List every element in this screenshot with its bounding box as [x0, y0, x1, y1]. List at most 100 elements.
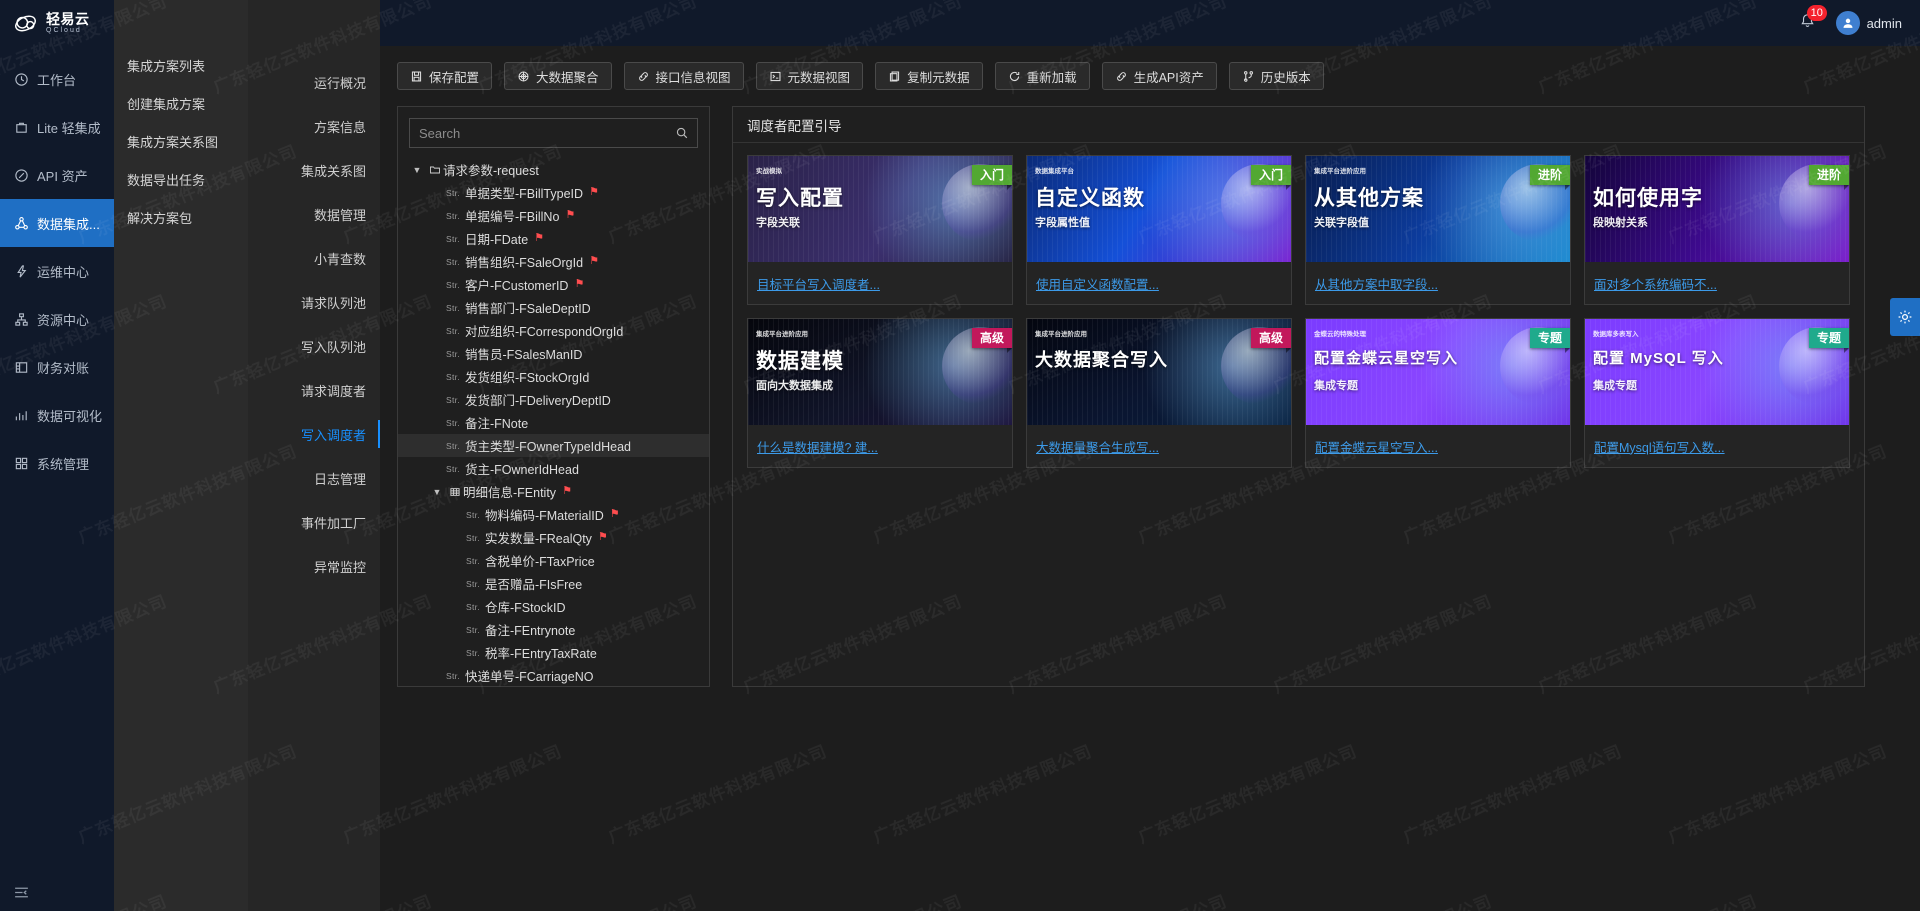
guide-card-caption[interactable]: 从其他方案中取字段...	[1306, 262, 1570, 304]
chevron-down-icon[interactable]: ▼	[408, 165, 426, 175]
menu-item-solution-list[interactable]: 集成方案列表	[114, 46, 248, 84]
tab-xiaoqing-query[interactable]: 小青查数	[248, 236, 380, 280]
tree-node[interactable]: Str.物料编码-FMaterialID⚑	[398, 503, 709, 526]
guide-card[interactable]: 如何使用字段映射关系进阶面对多个系统编码不...	[1584, 155, 1850, 305]
guide-card[interactable]: 集成平台进阶应用数据建模面向大数据集成高级什么是数据建模? 建...	[747, 318, 1013, 468]
guide-card-caption[interactable]: 什么是数据建模? 建...	[748, 425, 1012, 467]
guide-card[interactable]: 金蝶云的特殊处理配置金蝶云星空写入集成专题专题配置金蝶云星空写入...	[1305, 318, 1571, 468]
sidebar-item-system[interactable]: 系统管理	[0, 439, 114, 487]
guide-card-caption[interactable]: 使用自定义函数配置...	[1027, 262, 1291, 304]
interface-info-view-button[interactable]: 接口信息视图	[624, 62, 744, 90]
guide-card[interactable]: 实战模拟写入配置字段关联入门目标平台写入调度者...	[747, 155, 1013, 305]
type-tag: Str.	[446, 303, 460, 313]
chevron-down-icon[interactable]: ▼	[428, 487, 446, 497]
tab-solution-info[interactable]: 方案信息	[248, 104, 380, 148]
sidebar-label: 资源中心	[37, 310, 89, 329]
guide-card-caption[interactable]: 配置金蝶云星空写入...	[1306, 425, 1570, 467]
sidebar-item-lite[interactable]: Lite 轻集成	[0, 103, 114, 151]
tree-node[interactable]: Str.备注-FEntrynote	[398, 618, 709, 641]
required-flag-icon: ⚑	[534, 233, 544, 244]
tree-node[interactable]: Str.单据编号-FBillNo⚑	[398, 204, 709, 227]
sidebar-item-ops[interactable]: 运维中心	[0, 247, 114, 295]
tree-node[interactable]: Str.销售部门-FSaleDeptID	[398, 296, 709, 319]
tab-label: 数据管理	[314, 205, 366, 224]
tree-node[interactable]: Str.单据类型-FBillTypeID⚑	[398, 181, 709, 204]
tab-run-overview[interactable]: 运行概况	[248, 60, 380, 104]
tree-node[interactable]: Str.发货部门-FDeliveryDeptID	[398, 388, 709, 411]
guide-card[interactable]: 数据集成平台自定义函数字段属性值入门使用自定义函数配置...	[1026, 155, 1292, 305]
sidebar-item-finance[interactable]: 财务对账	[0, 343, 114, 391]
tree-node[interactable]: Str.客户-FCustomerID⚑	[398, 273, 709, 296]
tree-node[interactable]: Str.仓库-FStockID	[398, 595, 709, 618]
tab-event-factory[interactable]: 事件加工厂	[248, 500, 380, 544]
sidebar-item-visualization[interactable]: 数据可视化	[0, 391, 114, 439]
guide-card-caption[interactable]: 大数据量聚合生成写...	[1027, 425, 1291, 467]
tree-node[interactable]: Str.销售员-FSalesManID	[398, 342, 709, 365]
tree-node[interactable]: Str.含税单价-FTaxPrice	[398, 549, 709, 572]
search-icon[interactable]	[667, 126, 697, 140]
tree-node[interactable]: Str.对应组织-FCorrespondOrgId	[398, 319, 709, 342]
ledger-icon	[13, 359, 29, 375]
sidebar-item-data-integration[interactable]: 数据集成...	[0, 199, 114, 247]
menu-item-export-task[interactable]: 数据导出任务	[114, 160, 248, 198]
history-version-button[interactable]: 历史版本	[1229, 62, 1324, 90]
required-flag-icon: ⚑	[589, 187, 599, 198]
reload-button[interactable]: 重新加载	[995, 62, 1090, 90]
settings-drawer-toggle[interactable]	[1890, 298, 1920, 336]
tree-node[interactable]: Str.销售组织-FSaleOrgId⚑	[398, 250, 709, 273]
tree-node[interactable]: Str.货主类型-FOwnerTypeIdHead	[398, 434, 709, 457]
guide-card-caption[interactable]: 目标平台写入调度者...	[748, 262, 1012, 304]
tab-write-queue-pool[interactable]: 写入队列池	[248, 324, 380, 368]
tree-node-label: 单据类型-FBillTypeID	[465, 183, 583, 202]
sidebar-item-resource[interactable]: 资源中心	[0, 295, 114, 343]
save-config-button[interactable]: 保存配置	[397, 62, 492, 90]
guide-card[interactable]: 集成平台进阶应用大数据聚合写入高级大数据量聚合生成写...	[1026, 318, 1292, 468]
tree-node[interactable]: Str.是否赠品-FIsFree	[398, 572, 709, 595]
brand-logo[interactable]: 轻易云 QCloud	[0, 0, 114, 46]
tree-node[interactable]: Str.快递单号-FCarriageNO	[398, 664, 709, 686]
top-bar: 10 admin	[380, 0, 1920, 46]
search-input[interactable]	[410, 126, 667, 141]
generate-api-asset-button[interactable]: 生成API资产	[1102, 62, 1217, 90]
guide-card-caption[interactable]: 面对多个系统编码不...	[1585, 262, 1849, 304]
tree-node[interactable]: Str.日期-FDate⚑	[398, 227, 709, 250]
tree-node[interactable]: ▼请求参数-request	[398, 158, 709, 181]
search-box[interactable]	[409, 118, 698, 148]
tree-node[interactable]: Str.货主-FOwnerIdHead	[398, 457, 709, 480]
tree-node[interactable]: ▼明细信息-FEntity⚑	[398, 480, 709, 503]
user-menu[interactable]: admin	[1836, 11, 1902, 35]
collapse-menu-icon[interactable]	[10, 881, 32, 903]
menu-label: 创建集成方案	[127, 94, 205, 113]
tab-integration-graph[interactable]: 集成关系图	[248, 148, 380, 192]
guide-card-caption[interactable]: 配置Mysql语句写入数...	[1585, 425, 1849, 467]
tree-node[interactable]: Str.税率-FEntryTaxRate	[398, 641, 709, 664]
content-area: ▼请求参数-requestStr.单据类型-FBillTypeID⚑Str.单据…	[380, 106, 1920, 911]
tree-node-label: 单据编号-FBillNo	[465, 206, 559, 225]
tab-data-management[interactable]: 数据管理	[248, 192, 380, 236]
type-tag: Str.	[466, 625, 480, 635]
guide-card[interactable]: 数据库多表写入配置 MySQL 写入集成专题专题配置Mysql语句写入数...	[1584, 318, 1850, 468]
metadata-view-button[interactable]: 元数据视图	[756, 62, 864, 90]
tab-log-management[interactable]: 日志管理	[248, 456, 380, 500]
tab-exception-monitor[interactable]: 异常监控	[248, 544, 380, 588]
settings-grid-icon	[13, 455, 29, 471]
tree-node[interactable]: Str.备注-FNote	[398, 411, 709, 434]
tree-node[interactable]: Str.实发数量-FRealQty⚑	[398, 526, 709, 549]
tab-write-scheduler[interactable]: 写入调度者	[248, 412, 380, 456]
sidebar-item-workbench[interactable]: 工作台	[0, 55, 114, 103]
menu-item-solution-graph[interactable]: 集成方案关系图	[114, 122, 248, 160]
compass-icon	[13, 167, 29, 183]
bigdata-aggregate-button[interactable]: 大数据聚合	[504, 62, 612, 90]
menu-item-solution-package[interactable]: 解决方案包	[114, 198, 248, 236]
sidebar-item-api[interactable]: API 资产	[0, 151, 114, 199]
type-tag: Str.	[446, 418, 460, 428]
tab-request-scheduler[interactable]: 请求调度者	[248, 368, 380, 412]
tab-request-queue-pool[interactable]: 请求队列池	[248, 280, 380, 324]
menu-item-create-solution[interactable]: 创建集成方案	[114, 84, 248, 122]
notification-bell[interactable]: 10	[1798, 12, 1820, 34]
tab-label: 运行概况	[314, 73, 366, 92]
guide-card[interactable]: 集成平台进阶应用从其他方案关联字段值进阶从其他方案中取字段...	[1305, 155, 1571, 305]
copy-metadata-button[interactable]: 复制元数据	[875, 62, 983, 90]
tree-node-label: 销售组织-FSaleOrgId	[465, 252, 583, 271]
tree-node[interactable]: Str.发货组织-FStockOrgId	[398, 365, 709, 388]
